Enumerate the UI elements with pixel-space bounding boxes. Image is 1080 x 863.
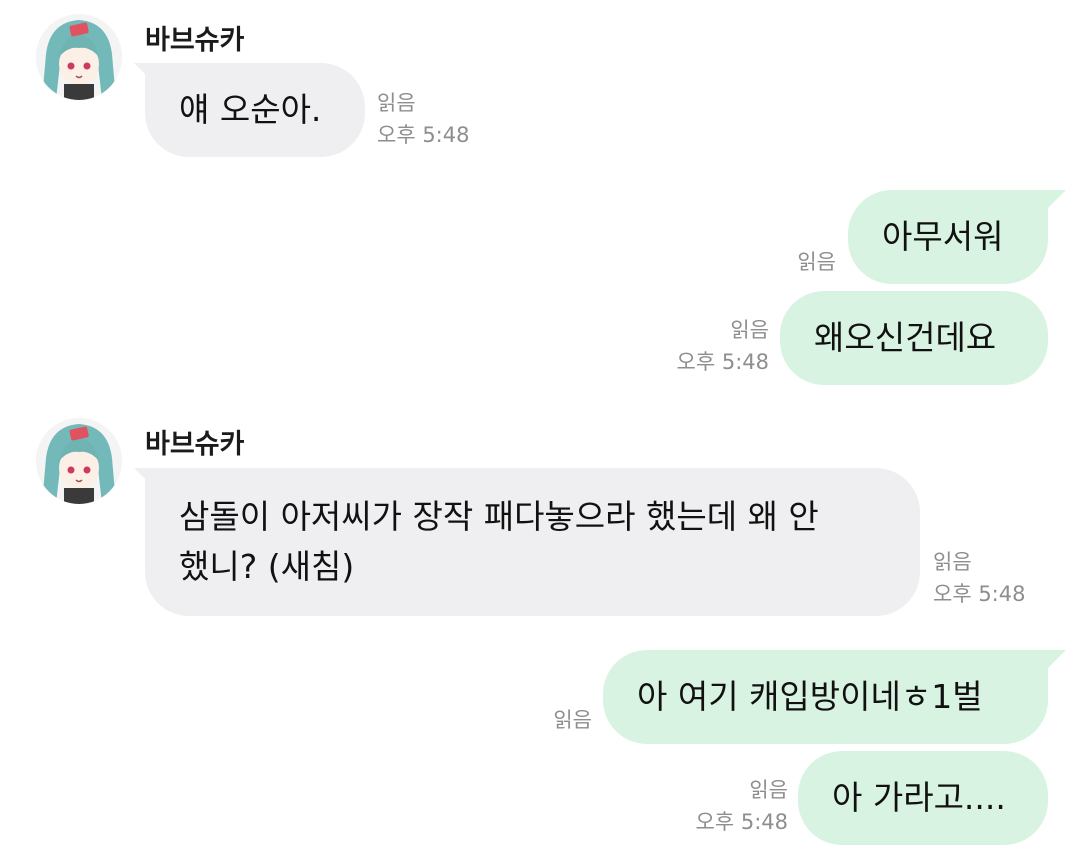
message-bubble-outgoing[interactable]: 왜오신건데요 xyxy=(780,291,1048,385)
message-bubble-incoming[interactable]: 삼돌이 아저씨가 장작 패다놓으라 했는데 왜 안 했니? (새침) xyxy=(145,468,920,616)
sender-avatar[interactable] xyxy=(36,14,122,100)
message-time: 오후 5:48 xyxy=(933,582,1026,606)
read-receipt: 읽음 xyxy=(553,708,592,732)
read-receipt: 읽음 xyxy=(377,91,416,115)
anime-avatar-icon xyxy=(36,418,122,504)
read-receipt: 읽음 xyxy=(797,250,836,274)
message-text: 아 여기 캐입방이네ㅎ1벌 xyxy=(637,677,983,716)
sender-name: 바브슈카 xyxy=(145,25,245,56)
read-receipt: 읽음 xyxy=(730,318,769,342)
message-bubble-incoming[interactable]: 얘 오순아. xyxy=(145,63,365,157)
bubble-tail xyxy=(1048,650,1066,668)
message-text: 아 가라고.... xyxy=(832,778,1006,817)
message-time: 오후 5:48 xyxy=(676,350,769,374)
message-text: 왜오신건데요 xyxy=(814,318,997,357)
sender-name: 바브슈카 xyxy=(145,429,245,460)
message-bubble-outgoing[interactable]: 아 가라고.... xyxy=(798,751,1048,845)
message-time: 오후 5:48 xyxy=(377,123,470,147)
anime-avatar-icon xyxy=(36,14,122,100)
bubble-tail xyxy=(1048,190,1066,208)
read-receipt: 읽음 xyxy=(933,550,972,574)
read-receipt: 읽음 xyxy=(749,778,788,802)
message-text: 아무서워 xyxy=(882,217,1004,256)
message-text: 삼돌이 아저씨가 장작 패다놓으라 했는데 왜 안 했니? (새침) xyxy=(179,497,819,586)
sender-avatar[interactable] xyxy=(36,418,122,504)
message-bubble-outgoing[interactable]: 아무서워 xyxy=(848,190,1048,284)
message-text: 얘 오순아. xyxy=(179,90,322,129)
message-bubble-outgoing[interactable]: 아 여기 캐입방이네ㅎ1벌 xyxy=(603,650,1048,744)
message-time: 오후 5:48 xyxy=(695,810,788,834)
